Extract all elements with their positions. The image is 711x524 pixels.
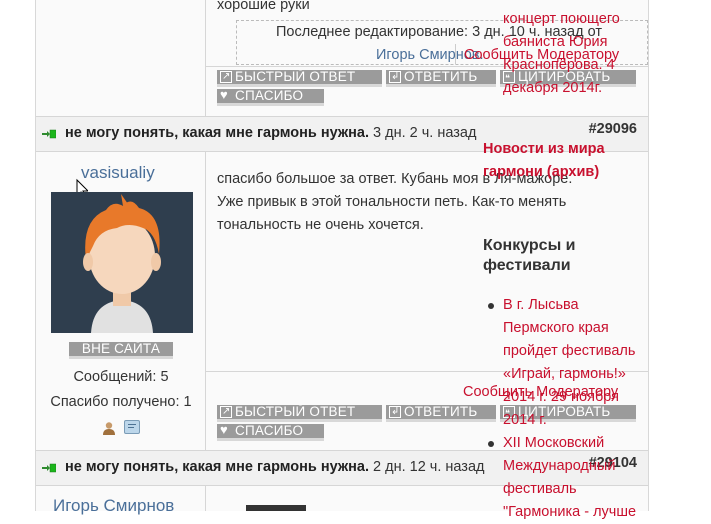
- reply-icon: [389, 405, 401, 419]
- report-moderator-link[interactable]: Сообщить Модератору: [463, 381, 618, 404]
- thanks-button[interactable]: Спасибо: [217, 424, 324, 441]
- status-badge: Вне сайта: [69, 342, 173, 359]
- message-icon[interactable]: [124, 420, 140, 434]
- sidebar-bullet: [488, 441, 494, 447]
- quick-reply-button[interactable]: Быстрый ответ: [217, 70, 382, 87]
- avatar-face-icon: [83, 194, 161, 333]
- topic-title[interactable]: не могу понять, какая мне гармонь нужна.…: [65, 459, 484, 475]
- topic-time: 2 дн. 12 ч. назад: [373, 459, 485, 475]
- heart-icon: [220, 424, 232, 437]
- new-post-arrow-icon: [42, 129, 56, 139]
- reply-icon: [389, 70, 401, 84]
- profile-icon[interactable]: [102, 421, 116, 435]
- username-link[interactable]: Игорь Смирнов: [53, 496, 174, 516]
- topic-title[interactable]: не могу понять, какая мне гармонь нужна.…: [65, 125, 476, 141]
- reply-button[interactable]: Ответить: [386, 405, 496, 422]
- quick-reply-icon: [220, 405, 232, 419]
- quick-reply-icon: [220, 70, 232, 84]
- sidebar-bullet: [488, 303, 494, 309]
- sidebar-contest-item[interactable]: XII Московский Международный фестиваль "…: [503, 432, 643, 524]
- quick-reply-button[interactable]: Быстрый ответ: [217, 405, 382, 422]
- username-link[interactable]: vasisualiy: [81, 163, 155, 183]
- sidebar-top-news-link[interactable]: концерт поющего баяниста Юрия Краснопёро…: [503, 8, 643, 100]
- avatar[interactable]: [51, 192, 193, 333]
- sidebar-contests-header: Конкурсы и фестивали: [483, 237, 576, 274]
- thanks-button[interactable]: Спасибо: [217, 89, 324, 106]
- topic-time: 3 дн. 2 ч. назад: [373, 125, 477, 141]
- sidebar-contest-item[interactable]: В г. Лысьва Пермского края пройдет фести…: [503, 294, 648, 432]
- sidebar-news-header[interactable]: Новости из мира гармони (архив): [483, 138, 633, 184]
- user-thanks-received: Спасибо получено: 1: [50, 394, 192, 410]
- user-messages-count: Сообщений: 5: [73, 369, 169, 385]
- post-number[interactable]: #29096: [589, 121, 637, 137]
- post-text-start: [246, 505, 306, 511]
- reply-button[interactable]: Ответить: [386, 70, 496, 87]
- new-post-arrow-icon: [42, 463, 56, 473]
- post-text-tail: хорошие руки: [217, 0, 310, 13]
- heart-icon: [220, 89, 232, 102]
